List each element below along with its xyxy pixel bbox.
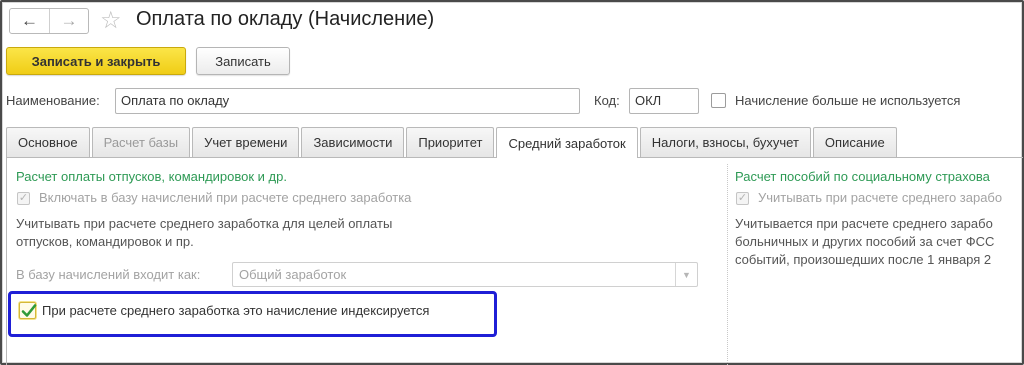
base-kind-value: Общий заработок [239, 267, 347, 282]
page-title: Оплата по окладу (Начисление) [136, 8, 435, 30]
save-and-close-button[interactable]: Записать и закрыть [6, 47, 186, 75]
arrow-left-icon[interactable]: ← [10, 9, 49, 33]
tab-average-earnings[interactable]: Средний заработок [496, 127, 638, 158]
social-insurance-section-title: Расчет пособий по социальному страхова [735, 169, 990, 184]
vacation-hint-line2: отпусков, командировок и пр. [16, 234, 194, 249]
unused-label: Начисление больше не используется [735, 93, 961, 108]
base-kind-select[interactable]: Общий заработок ▼ [232, 262, 698, 287]
group-divider [727, 164, 728, 365]
tab-time-accounting[interactable]: Учет времени [192, 127, 300, 157]
indexed-label: При расчете среднего заработка это начис… [42, 303, 430, 318]
chevron-down-icon[interactable]: ▼ [675, 263, 697, 286]
save-button[interactable]: Записать [196, 47, 290, 75]
name-field[interactable]: Оплата по окладу [115, 88, 580, 114]
tab-base-calculation[interactable]: Расчет базы [91, 127, 191, 157]
vacation-hint-line1: Учитывать при расчете среднего заработка… [16, 216, 393, 231]
social-hint-line2: больничных и других пособий за счет ФСС [735, 234, 995, 249]
star-icon[interactable]: ☆ [100, 6, 122, 34]
base-kind-label: В базу начислений входит как: [16, 267, 201, 282]
tab-dependencies[interactable]: Зависимости [301, 127, 405, 157]
tab-description[interactable]: Описание [812, 127, 897, 157]
include-base-checkbox[interactable]: ✓ [17, 192, 30, 205]
checkmark-icon [21, 304, 37, 317]
navigation-buttons: ← → [9, 8, 89, 34]
code-label: Код: [594, 93, 620, 108]
social-hint-line1: Учитывается при расчете среднего зарабо [735, 216, 993, 231]
social-hint-line3: событий, произошедших после 1 января 2 [735, 252, 992, 267]
consider-label: Учитывать при расчете среднего зарабо [758, 190, 1003, 205]
consider-checkbox[interactable]: ✓ [736, 192, 749, 205]
include-base-label: Включать в базу начислений при расчете с… [39, 190, 412, 205]
tab-main[interactable]: Основное [6, 127, 90, 157]
indexed-checkbox[interactable] [19, 302, 37, 319]
code-field[interactable]: ОКЛ [629, 88, 699, 114]
tab-taxes[interactable]: Налоги, взносы, бухучет [639, 127, 811, 157]
tab-priority[interactable]: Приоритет [406, 127, 495, 157]
tab-bar: Основное Расчет базы Учет времени Зависи… [6, 127, 899, 158]
unused-checkbox[interactable] [711, 93, 726, 108]
vacation-section-title: Расчет оплаты отпусков, командировок и д… [16, 169, 287, 184]
arrow-right-icon[interactable]: → [49, 9, 88, 33]
name-label: Наименование: [6, 93, 100, 108]
tab-panel-left-border [6, 157, 7, 365]
